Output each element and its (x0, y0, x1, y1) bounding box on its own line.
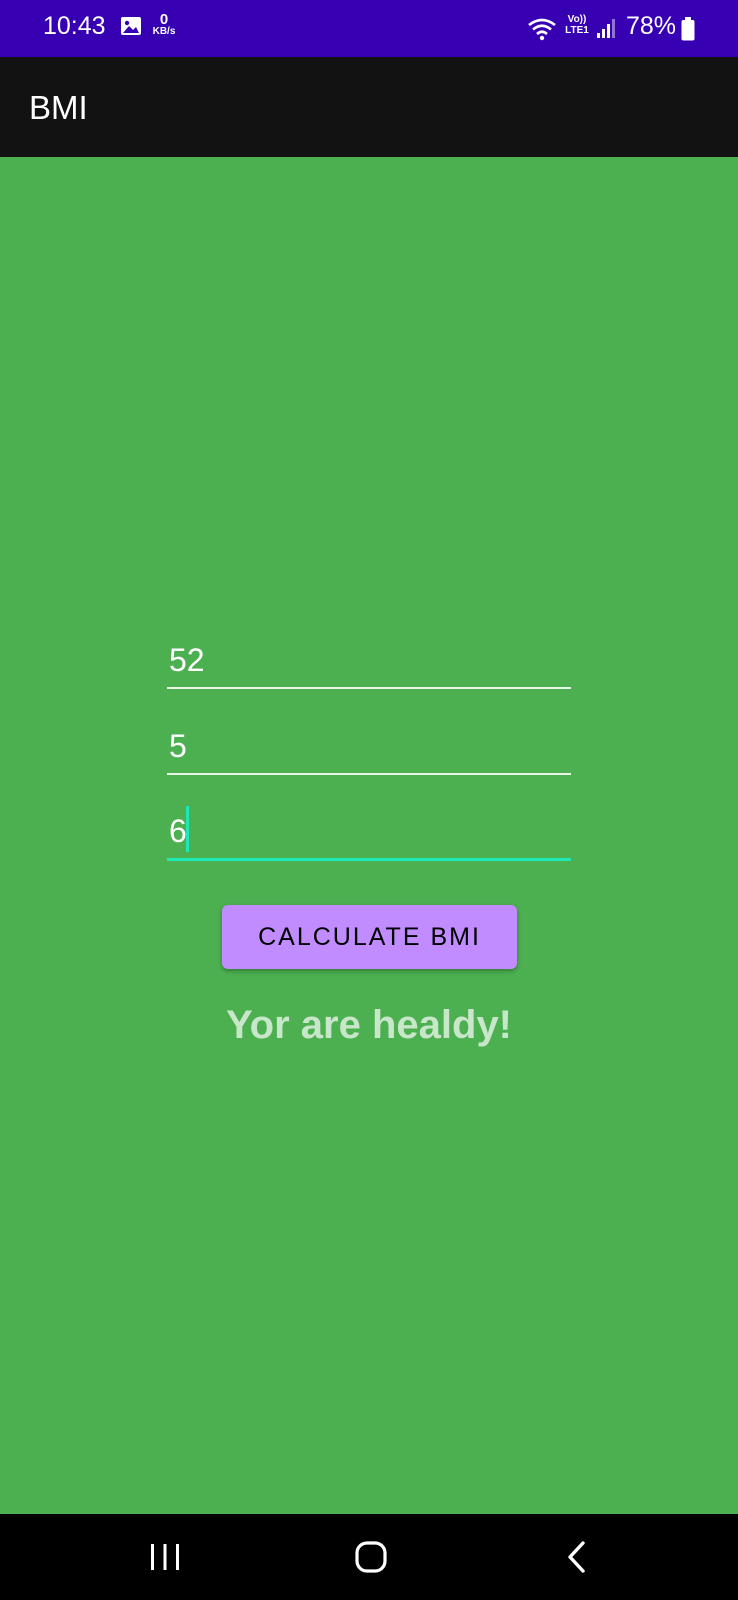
network-speed-value: 0 (159, 11, 169, 28)
height-feet-field[interactable] (167, 715, 571, 775)
recent-apps-icon (151, 1544, 179, 1570)
app-bar: BMI (0, 57, 738, 157)
text-cursor (186, 806, 189, 852)
home-button[interactable] (326, 1514, 416, 1600)
battery-icon (681, 17, 695, 41)
gallery-icon (121, 17, 141, 35)
volte-label: Vo)) (567, 14, 587, 25)
navigation-bar (0, 1514, 738, 1600)
back-icon (568, 1541, 585, 1573)
recent-apps-button[interactable] (120, 1514, 210, 1600)
bmi-result-text: Yor are healdy! (225, 1003, 513, 1047)
calculate-bmi-button[interactable]: CALCULATE BMI (222, 905, 517, 969)
network-speed: 0 KB/s (149, 12, 179, 37)
status-time: 10:43 (43, 12, 106, 40)
back-button[interactable] (532, 1514, 622, 1600)
weight-field[interactable] (167, 629, 571, 689)
battery-percentage: 78% (626, 12, 677, 40)
status-bar: 10:43 0 KB/s Vo)) LTE1 78% (0, 0, 738, 57)
volte-indicator: Vo)) LTE1 (564, 14, 590, 36)
height-feet-input[interactable] (169, 728, 569, 765)
lte-label: LTE1 (565, 24, 589, 36)
network-speed-unit: KB/s (152, 26, 176, 37)
screen: 10:43 0 KB/s Vo)) LTE1 78% BMI 52 5 6 CA… (0, 0, 738, 1600)
home-icon (355, 1541, 387, 1573)
height-inches-input[interactable] (169, 813, 569, 850)
app-title: BMI (29, 89, 88, 126)
weight-input[interactable] (169, 642, 569, 679)
wifi-icon (528, 18, 556, 41)
signal-icon (597, 19, 615, 38)
height-inches-field[interactable] (167, 801, 571, 861)
